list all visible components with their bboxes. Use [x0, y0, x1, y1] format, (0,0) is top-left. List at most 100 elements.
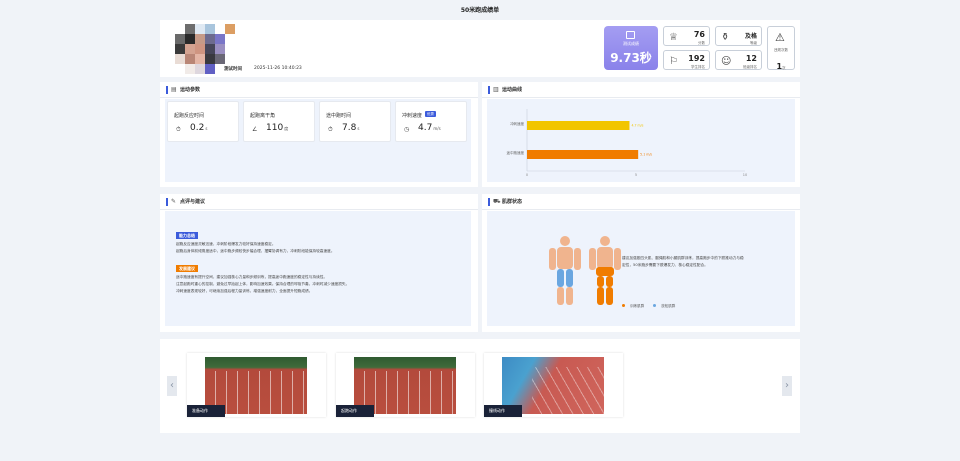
- legend-trained-dot: [622, 304, 625, 307]
- stat-value: 1次: [768, 54, 794, 73]
- param-number: 110: [266, 123, 284, 133]
- param-value: 0.2s: [190, 123, 207, 133]
- ranking-icon: ⚐: [669, 56, 678, 67]
- legend-trained: 训练肌群: [630, 304, 645, 308]
- stat-label: 班级排名: [743, 65, 757, 69]
- photo-caption: 起跑动作: [336, 405, 374, 417]
- param-name: 起跑反应时间: [174, 113, 205, 119]
- param-unit: m/s: [433, 126, 441, 131]
- advice-text: 注意起跑时重心的控制，避免过早抬起上体，影响加速效果。保持合理的呼吸节奏，冲刺时…: [176, 282, 350, 286]
- test-time: 2025-11-26 10:40:23: [254, 66, 302, 71]
- param-midway-time: 途中跑时间 ⏱ 7.8s: [319, 101, 391, 142]
- param-unit: s: [205, 126, 208, 131]
- param-name: 冲刺速度: [402, 113, 423, 119]
- advice-text: 冲刺速度表现较好，可继续加强后程力量训练，增强速度耐力，全面提升短跑成绩。: [176, 289, 313, 293]
- stat-label: 分数: [698, 41, 705, 45]
- muscle-legend: 训练肌群 放松肌群: [622, 292, 675, 311]
- profile-card: 测试时间 2025-11-26 10:40:23 测试成绩 9.73秒 ♕ 76…: [160, 20, 800, 77]
- photo-caption: 准备动作: [187, 405, 225, 417]
- body-front-figure: [549, 236, 581, 305]
- advice-text: 起跑反应速度灵敏迅速，冲刺阶段爆发力较好保持速度稳定。: [176, 242, 276, 246]
- param-number: 4.7: [418, 123, 433, 133]
- excellent-badge: 优秀: [425, 111, 436, 117]
- muscle-card: ⛟ 肌群状态 建议加强股四头肌、腘绳肌和小腿肌群训练，提高跑步中的下肢推动力与稳…: [482, 194, 800, 332]
- warning-icon: ⚠: [775, 31, 785, 44]
- timer-icon: ⏱: [328, 126, 333, 133]
- param-sprint-speed: 冲刺速度 优秀 ◷ 4.7m/s: [395, 101, 467, 142]
- stat-label: 违规次数: [774, 48, 788, 52]
- header-accent: [488, 198, 490, 206]
- violations-unit: 次: [782, 66, 786, 70]
- param-value: 7.8s: [342, 123, 359, 133]
- param-unit: s: [357, 126, 360, 131]
- muscle-area: 建议加强股四头肌、腘绳肌和小腿肌群训练，提高跑步中的下肢推动力与稳定性，50米跑…: [487, 211, 795, 326]
- advice-card: ✎ 点评与建议 能力总结 起跑反应速度灵敏迅速，冲刺阶段爆发力较好保持速度稳定。…: [160, 194, 478, 332]
- params-header: ▤ 运动参数: [160, 82, 478, 98]
- chart-area: 0 5 10 冲刺速度 4.7 m/s 途中跑速度 5.1 m/s: [487, 99, 795, 182]
- score-label: 测试成绩: [623, 41, 639, 46]
- stat-student-rank: ⚐ 192 学生排名: [663, 50, 710, 70]
- x-tick-label: 10: [743, 173, 747, 177]
- advice-header: ✎ 点评与建议: [160, 194, 478, 210]
- advice-text: 途中跑速度有提升空间，建议加强核心力量和步频训练，提高途中跑速度的稳定性与持续性…: [176, 275, 328, 279]
- test-time-label: 测试时间: [224, 67, 242, 72]
- param-number: 0.2: [190, 123, 205, 133]
- header-accent: [166, 198, 168, 206]
- suggestion-tag: 发展建议: [176, 265, 198, 272]
- next-arrow[interactable]: ›: [782, 376, 792, 396]
- stat-label: 等级: [750, 41, 757, 45]
- muscle-description: 建议加强股四头肌、腘绳肌和小腿肌群训练，提高跑步中的下肢推动力与稳定性，50米跑…: [622, 256, 744, 267]
- stat-points: ♕ 76 分数: [663, 26, 710, 46]
- score-value: 9.73秒: [610, 51, 652, 65]
- score-panel: 测试成绩 9.73秒: [604, 26, 658, 70]
- stat-value: 12: [745, 54, 757, 63]
- param-name: 途中跑时间: [326, 113, 352, 119]
- summary-tag: 能力总结: [176, 232, 198, 239]
- advice-area: 能力总结 起跑反应速度灵敏迅速，冲刺阶段爆发力较好保持速度稳定。 起跑后身体前倾…: [165, 211, 471, 326]
- body-back-figure: [589, 236, 621, 305]
- header-accent: [166, 86, 168, 94]
- speedometer-icon: ◷: [404, 126, 410, 133]
- muscle-header: ⛟ 肌群状态: [482, 194, 800, 210]
- category-label: 途中跑速度: [507, 150, 525, 155]
- comment-icon: ✎: [171, 198, 177, 205]
- advice-text: 起跑后身体前倾角度适中，途中跑步频较快步幅合理，摆臂协调有力，冲刺阶段能保持较高…: [176, 249, 335, 253]
- x-tick-label: 0: [526, 173, 528, 177]
- legend-relaxed: 放松肌群: [661, 304, 676, 308]
- legend-relaxed-dot: [653, 304, 657, 307]
- data-label: 5.1 m/s: [640, 153, 652, 157]
- bar: [527, 150, 639, 159]
- data-label: 4.7 m/s: [631, 124, 643, 128]
- curve-header: ▥ 运动曲线: [482, 82, 800, 98]
- timer-icon: ⏱: [176, 126, 181, 133]
- angle-icon: ∠: [252, 126, 258, 133]
- lane-lines: [532, 367, 604, 414]
- advice-title: 点评与建议: [180, 199, 206, 205]
- prev-arrow[interactable]: ‹: [167, 376, 177, 396]
- photo-ready[interactable]: 准备动作: [187, 353, 326, 417]
- category-label: 冲刺速度: [510, 121, 524, 126]
- stat-label: 学生排名: [691, 65, 705, 69]
- param-unit: 度: [284, 126, 289, 131]
- param-start-reaction: 起跑反应时间 ⏱ 0.2s: [167, 101, 239, 142]
- users-icon: ☺: [721, 56, 732, 67]
- bar: [527, 121, 630, 130]
- stat-violations: ⚠ 违规次数 1次: [767, 26, 795, 73]
- param-name: 起跑离干角: [250, 113, 276, 119]
- photo-caption: 撞线动作: [484, 405, 522, 417]
- muscle-title: 肌群状态: [502, 199, 523, 205]
- trophy-icon: ♕: [669, 32, 678, 43]
- header-accent: [488, 86, 490, 94]
- param-start-angle: 起跑离干角 ∠ 110度: [243, 101, 315, 142]
- stat-grade: ⚱ 及格 等级: [715, 26, 762, 46]
- chart-icon: ▤: [171, 86, 177, 93]
- photo-finish[interactable]: 撞线动作: [484, 353, 623, 417]
- param-value: 4.7m/s: [418, 123, 441, 133]
- page-title: 50米跑成绩单: [460, 7, 500, 14]
- medal-icon: ⚱: [721, 32, 730, 43]
- stat-value: 76: [693, 30, 705, 39]
- chart-icon: ▥: [493, 86, 499, 93]
- params-title: 运动参数: [180, 87, 201, 93]
- photo-start[interactable]: 起跑动作: [336, 353, 475, 417]
- x-tick-label: 5: [635, 173, 637, 177]
